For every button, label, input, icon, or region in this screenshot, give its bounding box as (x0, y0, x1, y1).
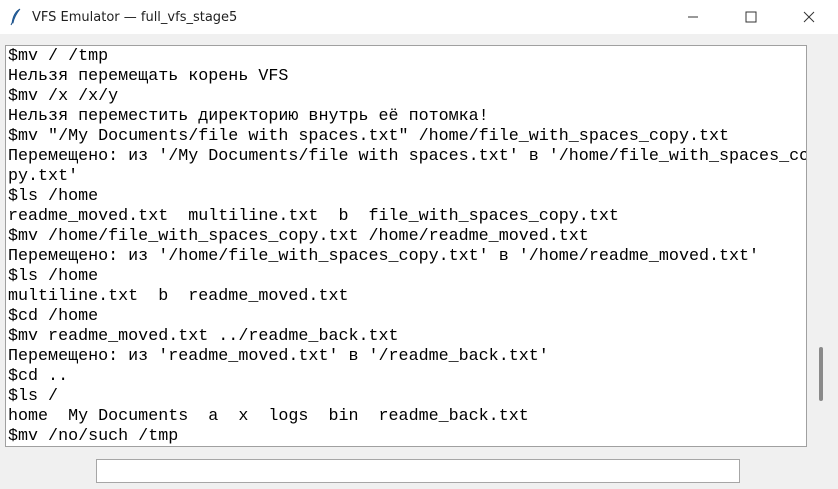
minimize-button[interactable] (664, 0, 722, 34)
close-button[interactable] (780, 0, 838, 34)
scrollbar-thumb[interactable] (819, 347, 823, 401)
title-bar[interactable]: VFS Emulator — full_vfs_stage5 (0, 0, 838, 34)
terminal-line: Перемещено: из '/My Documents/file with … (8, 147, 807, 166)
terminal-output[interactable]: $mv / /tmp Нельзя перемещать корень VFS … (5, 45, 807, 447)
terminal-line: multiline.txt b readme_moved.txt (8, 287, 349, 306)
terminal-line: Нельзя перемещать корень VFS (8, 67, 289, 86)
app-window: VFS Emulator — full_vfs_stage5 $mv / /tm… (0, 0, 838, 489)
window-title: VFS Emulator — full_vfs_stage5 (32, 9, 238, 25)
terminal-line: py.txt' (8, 167, 79, 186)
close-icon (803, 11, 815, 23)
maximize-button[interactable] (722, 0, 780, 34)
terminal-line: $ls /home (8, 267, 99, 286)
terminal-line: $cd .. (8, 367, 69, 386)
terminal-line: home My Documents a x logs bin readme_ba… (8, 407, 529, 426)
vertical-scrollbar[interactable] (809, 45, 836, 447)
terminal-line: Нельзя переместить директорию внутрь её … (8, 107, 489, 126)
terminal-line: $mv "/My Documents/file with spaces.txt"… (8, 127, 730, 146)
terminal-line: $cd /home (8, 307, 99, 326)
feather-icon (8, 7, 24, 27)
window-controls (664, 0, 838, 34)
terminal-line: Перемещено: из 'readme_moved.txt' в '/re… (8, 347, 549, 366)
terminal-line: $ls / (8, 387, 59, 406)
terminal-lines: $mv / /tmp Нельзя перемещать корень VFS … (8, 47, 807, 446)
terminal-line: $mv /home/file_with_spaces_copy.txt /hom… (8, 227, 589, 246)
terminal-line: readme_moved.txt multiline.txt b file_wi… (8, 207, 619, 226)
terminal-line: $ls /home (8, 187, 99, 206)
command-input[interactable] (96, 459, 740, 483)
terminal-line: Перемещено: из '/home/file_with_spaces_c… (8, 247, 760, 266)
terminal-line: $mv /no/such /tmp (8, 427, 179, 446)
terminal-line: $mv readme_moved.txt ../readme_back.txt (8, 327, 399, 346)
terminal-line: $mv / /tmp (8, 47, 109, 66)
minimize-icon (688, 16, 698, 18)
terminal-line: $mv /x /x/y (8, 87, 119, 106)
maximize-icon (745, 11, 757, 23)
